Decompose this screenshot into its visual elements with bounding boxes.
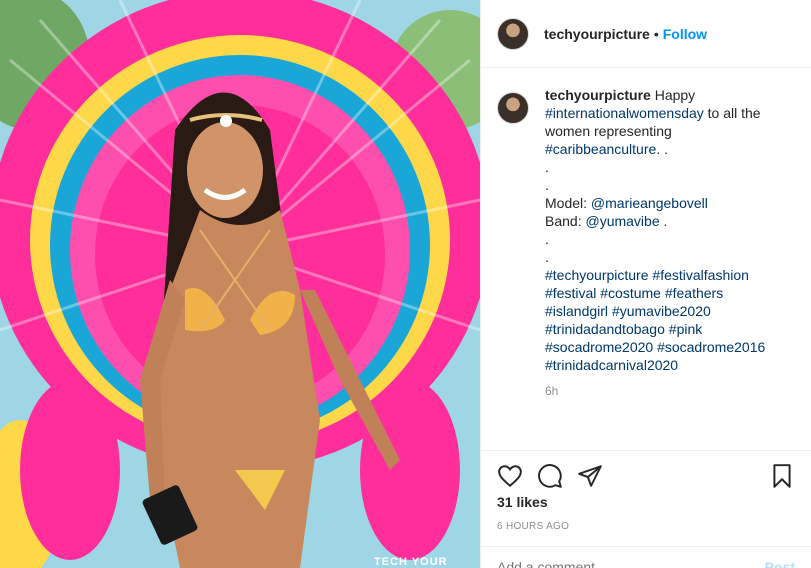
caption-first-word: Happy — [654, 87, 696, 103]
mention-link[interactable]: @marieangebovell — [591, 195, 708, 211]
hashtag-link[interactable]: #feathers — [665, 285, 723, 301]
caption-dot: . — [545, 177, 549, 193]
caption-text-fragment: . — [659, 213, 668, 229]
hashtag-link[interactable]: #costume — [600, 285, 661, 301]
caption-text: techyourpicture Happy #internationalwome… — [545, 86, 785, 374]
header-separator: • — [653, 25, 659, 42]
caption-row: techyourpicture Happy #internationalwome… — [497, 86, 795, 374]
caption-dot: . — [545, 159, 549, 175]
follow-button[interactable]: Follow — [663, 26, 707, 42]
hashtag-line: #trinidadandtobago #pink — [545, 320, 785, 338]
caption-username[interactable]: techyourpicture — [545, 87, 651, 103]
caption-avatar[interactable] — [497, 92, 529, 124]
post-dialog: TECH YOUR techyourpicture • Follow techy… — [0, 0, 811, 568]
mention-link[interactable]: @yumavibe — [585, 213, 659, 229]
caption-time-ago[interactable]: 6h — [545, 384, 795, 398]
post-side-panel: techyourpicture • Follow techyourpicture… — [480, 0, 811, 568]
action-bar — [481, 450, 811, 500]
hashtag-link[interactable]: #socadrome2016 — [657, 339, 765, 355]
hashtag-link[interactable]: #festivalfashion — [652, 267, 749, 283]
bookmark-icon[interactable] — [769, 463, 795, 489]
comment-bar: Post — [481, 546, 811, 568]
hashtag-link[interactable]: #socadrome2020 — [545, 339, 653, 355]
hashtag-line: #festival #costume #feathers — [545, 284, 785, 302]
comment-icon[interactable] — [537, 463, 563, 489]
heart-icon[interactable] — [497, 463, 523, 489]
author-username[interactable]: techyourpicture — [544, 26, 650, 42]
hashtag-line: #trinidadcarnival2020 — [545, 356, 785, 374]
share-icon[interactable] — [577, 463, 603, 489]
hashtag-line: #socadrome2020 #socadrome2016 — [545, 338, 785, 356]
comment-input[interactable] — [497, 559, 737, 568]
likes-count[interactable]: 31 likes — [497, 494, 548, 510]
band-label: Band: — [545, 213, 586, 229]
post-timestamp: 6 HOURS AGO — [497, 521, 570, 532]
carnival-photo-illustration — [0, 0, 480, 568]
photo-watermark: TECH YOUR — [374, 556, 448, 568]
hashtag-link[interactable]: #festival — [545, 285, 596, 301]
caption-line: women representing — [545, 123, 672, 139]
hashtag-link[interactable]: #internationalwomensday — [545, 105, 704, 121]
hashtag-link[interactable]: #caribbeanculture — [545, 141, 656, 157]
hashtag-link[interactable]: #yumavibe2020 — [612, 303, 711, 319]
post-photo[interactable]: TECH YOUR — [0, 0, 480, 568]
caption-dot: . — [545, 231, 549, 247]
post-header: techyourpicture • Follow — [481, 0, 811, 68]
hashtag-link[interactable]: #islandgirl — [545, 303, 608, 319]
caption-dot: . — [545, 249, 549, 265]
hashtag-link[interactable]: #trinidadandtobago — [545, 321, 665, 337]
hashtag-line: #islandgirl #yumavibe2020 — [545, 302, 785, 320]
post-comment-button[interactable]: Post — [765, 559, 795, 568]
hashtag-link[interactable]: #trinidadcarnival2020 — [545, 357, 678, 373]
caption-text-fragment: to all the — [703, 105, 761, 121]
hashtag-link[interactable]: #techyourpicture — [545, 267, 649, 283]
caption-text-fragment: . . — [656, 141, 668, 157]
author-avatar[interactable] — [497, 17, 529, 50]
model-label: Model: — [545, 195, 591, 211]
hashtag-line: #techyourpicture #festivalfashion — [545, 266, 785, 284]
hashtag-link[interactable]: #pink — [669, 321, 702, 337]
